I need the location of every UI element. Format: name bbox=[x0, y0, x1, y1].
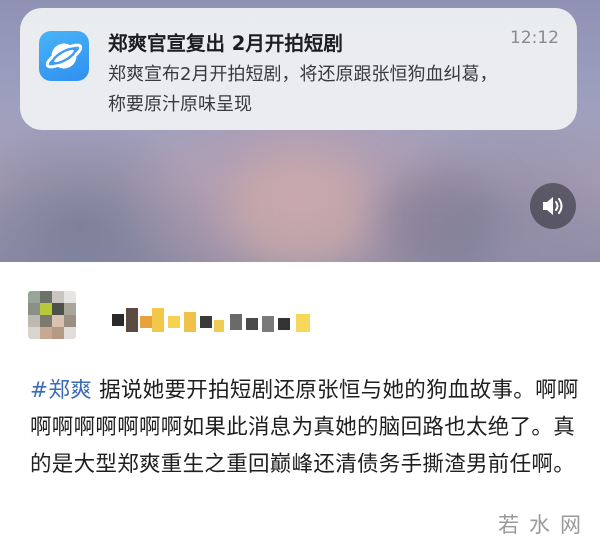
notification-banner[interactable]: 郑爽官宣复出 2月开拍短剧 12:12 郑爽宣布2月开拍短剧，将还原跟张恒狗血纠… bbox=[20, 8, 577, 130]
video-blur bbox=[230, 150, 370, 262]
video-blur bbox=[380, 170, 500, 262]
planet-icon bbox=[39, 31, 89, 81]
username-pixelated[interactable] bbox=[112, 308, 322, 334]
watermark: 若水网 bbox=[498, 513, 591, 537]
avatar[interactable] bbox=[28, 291, 76, 339]
notification-time: 12:12 bbox=[510, 28, 559, 48]
speaker-icon bbox=[543, 197, 563, 215]
notification-title: 郑爽官宣复出 2月开拍短剧 bbox=[108, 32, 343, 55]
hashtag-link[interactable]: #郑爽 bbox=[30, 378, 92, 403]
post-body: 据说她要开拍短剧还原张恒与她的狗血故事。啊啊啊啊啊啊啊啊啊如果此消息为真她的脑回… bbox=[30, 378, 579, 477]
post-text: #郑爽 据说她要开拍短剧还原张恒与她的狗血故事。啊啊啊啊啊啊啊啊啊如果此消息为真… bbox=[30, 372, 580, 483]
sound-toggle-button[interactable] bbox=[530, 183, 576, 229]
video-player[interactable]: 郑爽官宣复出 2月开拍短剧 12:12 郑爽宣布2月开拍短剧，将还原跟张恒狗血纠… bbox=[0, 0, 600, 262]
notification-body: 郑爽宣布2月开拍短剧，将还原跟张恒狗血纠葛，称要原汁原味呈现 bbox=[108, 64, 498, 115]
